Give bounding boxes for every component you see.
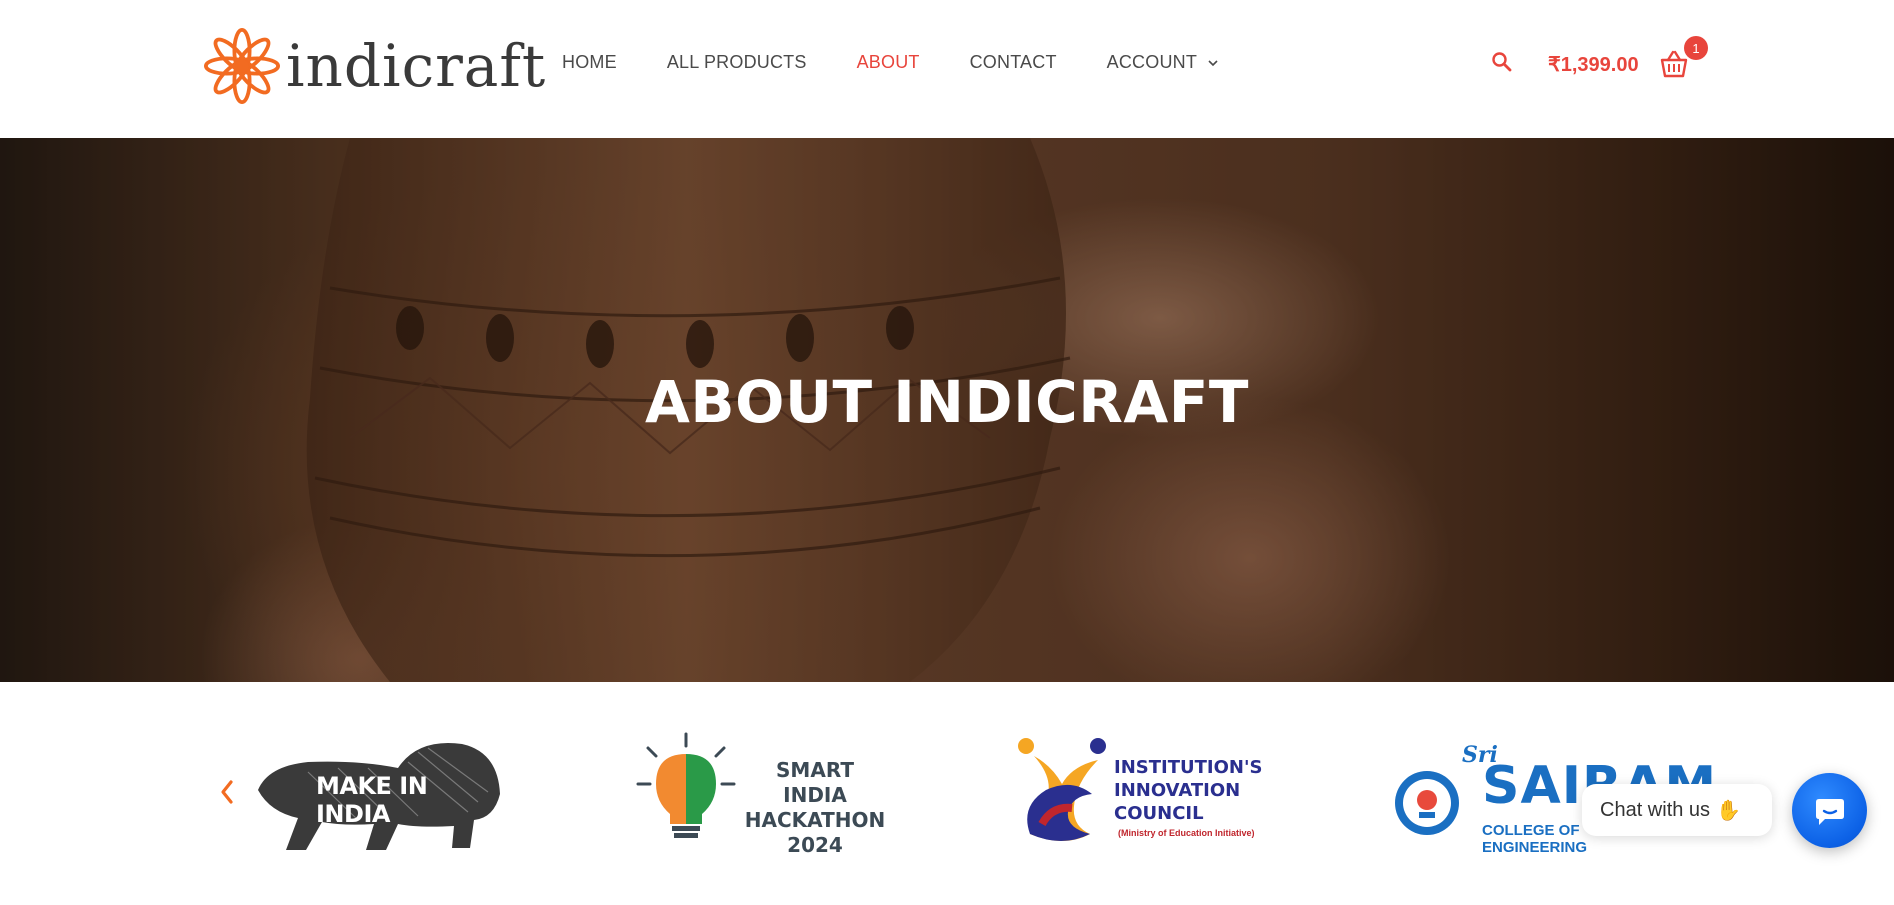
iic-line2: INNOVATION: [1114, 780, 1241, 801]
college-seal-icon: [1395, 771, 1459, 835]
search-icon[interactable]: [1490, 50, 1514, 74]
chat-icon: [1815, 798, 1844, 825]
chevron-down-icon: [1208, 59, 1218, 66]
iic-subtitle: (Ministry of Education Initiative): [1118, 828, 1255, 838]
partner-logo-smart-india-hackathon[interactable]: SMART INDIA HACKATHON 2024: [636, 732, 886, 857]
sih-line3: 2024: [787, 833, 843, 857]
page-title: ABOUT INDICRAFT: [645, 368, 1249, 436]
nav-all-products[interactable]: ALL PRODUCTS: [667, 52, 807, 73]
sih-line2: HACKATHON: [744, 808, 886, 832]
bulb-brain-icon: [636, 732, 736, 838]
partner-logo-make-in-india[interactable]: MAKE IN INDIA: [248, 732, 508, 854]
site-logo[interactable]: indicraft: [204, 27, 547, 104]
chat-prompt-label: Chat with us: [1600, 798, 1711, 821]
iic-emblem-icon: [1018, 738, 1106, 841]
brand-name: indicraft: [286, 31, 547, 100]
iic-line3: COUNCIL: [1114, 803, 1204, 824]
partner-logo-iic[interactable]: INSTITUTION'S INNOVATION COUNCIL (Minist…: [1012, 736, 1272, 846]
iic-title: INSTITUTION'S INNOVATION COUNCIL: [1114, 756, 1262, 825]
hero-banner: ABOUT INDICRAFT: [0, 138, 1894, 682]
chevron-left-icon[interactable]: [218, 778, 236, 806]
chat-open-button[interactable]: [1792, 773, 1867, 848]
iic-line1: INSTITUTION'S: [1114, 757, 1263, 778]
sih-line1: SMART INDIA: [776, 758, 854, 807]
site-header: indicraft HOME ALL PRODUCTS ABOUT CONTAC…: [0, 0, 1894, 138]
nav-account-label: ACCOUNT: [1106, 52, 1198, 72]
lotus-logo-icon: [204, 27, 280, 104]
chat-prompt-bubble[interactable]: Chat with us ✋: [1582, 784, 1772, 836]
cart-count-badge: 1: [1684, 36, 1708, 60]
nav-contact[interactable]: CONTACT: [970, 52, 1057, 73]
nav-home[interactable]: HOME: [562, 52, 617, 73]
nav-account[interactable]: ACCOUNT: [1107, 52, 1219, 73]
sih-title: SMART INDIA HACKATHON 2024: [744, 758, 886, 858]
cart-total[interactable]: ₹1,399.00: [1548, 52, 1639, 77]
main-nav: HOME ALL PRODUCTS ABOUT CONTACT ACCOUNT: [562, 52, 1269, 73]
make-in-india-text: MAKE IN INDIA: [316, 772, 428, 828]
waving-hand-icon: ✋: [1716, 799, 1741, 822]
nav-about[interactable]: ABOUT: [857, 52, 920, 73]
